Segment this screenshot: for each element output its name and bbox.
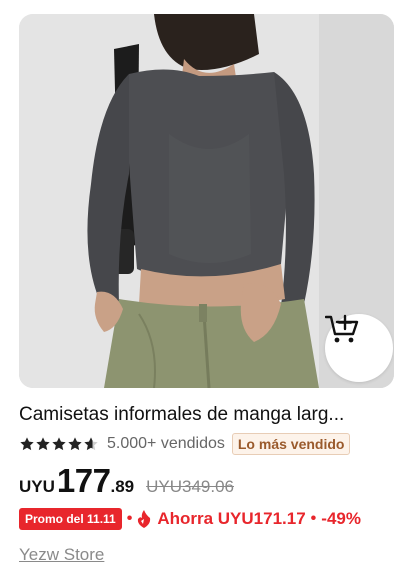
rating-stars xyxy=(19,436,99,452)
best-seller-badge: Lo más vendido xyxy=(231,433,351,455)
star-icon xyxy=(36,437,50,451)
price-integer: 177 xyxy=(56,462,111,499)
add-to-cart-icon xyxy=(325,314,359,343)
promo-row: Promo del 11.11 • Ahorra UYU171.17 • -49… xyxy=(19,507,361,531)
promo-badge: Promo del 11.11 xyxy=(19,508,122,530)
flame-icon xyxy=(138,510,151,528)
separator-dot: • xyxy=(126,510,133,527)
price-currency: UYU xyxy=(19,477,55,496)
discount-percent: -49% xyxy=(321,509,361,528)
product-card[interactable]: Camisetas informales de manga larg... 5.… xyxy=(0,0,406,573)
star-icon xyxy=(52,437,66,451)
half-star-icon xyxy=(84,437,98,451)
star-icon xyxy=(20,437,34,451)
price-row: UYU 177 .89 UYU349.06 xyxy=(19,462,234,502)
store-link[interactable]: Yezw Store xyxy=(19,545,104,565)
star-icon xyxy=(68,437,82,451)
savings-text: Ahorra UYU171.17 xyxy=(157,509,306,528)
product-image[interactable] xyxy=(19,14,394,388)
add-to-cart-button[interactable] xyxy=(325,314,393,382)
original-price: UYU349.06 xyxy=(146,477,234,496)
separator-dot: • xyxy=(310,510,317,527)
price-decimal: .89 xyxy=(110,477,135,496)
product-title[interactable]: Camisetas informales de manga larg... xyxy=(19,404,394,428)
rating-row: 5.000+ vendidos Lo más vendido xyxy=(19,433,351,455)
sold-count: 5.000+ vendidos xyxy=(107,435,225,452)
